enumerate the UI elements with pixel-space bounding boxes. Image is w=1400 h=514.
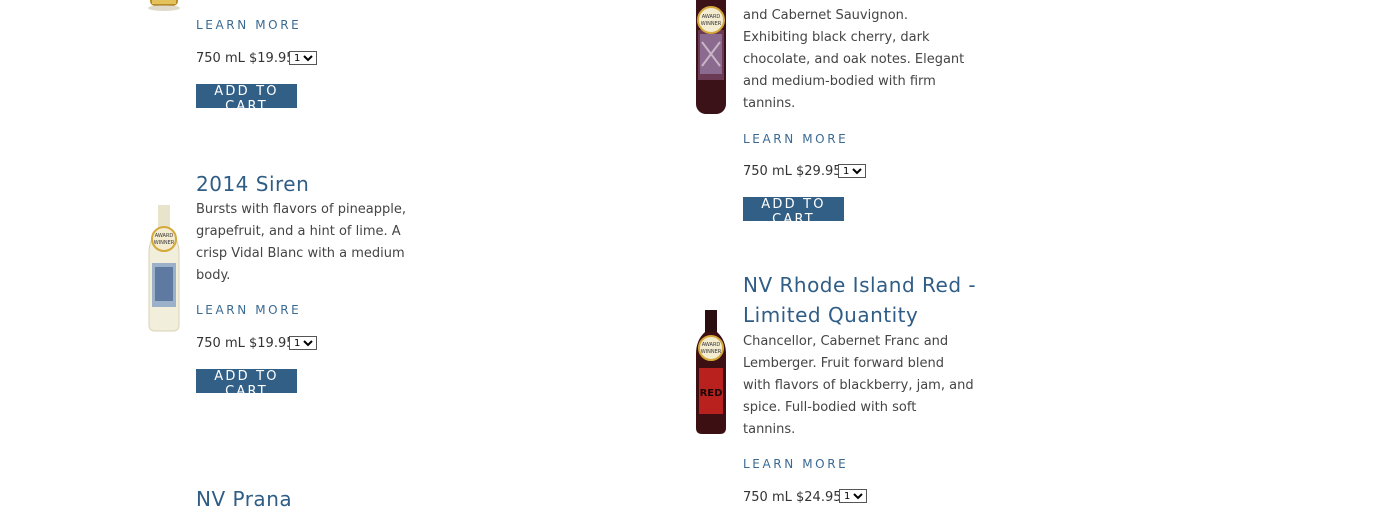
desc-line: Chancellor, Cabernet Franc and	[743, 334, 949, 349]
desc-line: body.	[196, 268, 231, 283]
bottle-size: 750 mL	[196, 336, 245, 351]
add-to-cart-button[interactable]: ADD TO CART	[196, 84, 297, 114]
title-line: Limited Quantity	[743, 303, 919, 327]
desc-line: grapefruit, and a hint of lime. A	[196, 224, 401, 239]
bottle-size: 750 mL	[743, 490, 792, 505]
price-value: $24.95	[796, 490, 842, 505]
desc-line: tannins.	[743, 96, 796, 111]
product-description: Chancellor, Cabernet Franc and Lemberger…	[743, 331, 974, 441]
badge-winner-text: WINNER	[701, 349, 722, 355]
badge-award-text: AWARD	[702, 14, 721, 20]
label-red-text: RED	[700, 388, 723, 399]
product-description: and Cabernet Sauvignon. Exhibiting black…	[743, 5, 964, 115]
price-label: 750 mL $24.95	[743, 490, 842, 505]
bottle-image-top-left[interactable]	[140, 0, 188, 14]
product-title[interactable]: NV Prana	[196, 484, 292, 514]
badge-award-text: AWARD	[702, 342, 721, 348]
quantity-select[interactable]: 1	[289, 51, 317, 65]
desc-line: crisp Vidal Blanc with a medium	[196, 246, 405, 261]
learn-more-link[interactable]: LEARN MORE	[196, 303, 301, 317]
desc-line: spice. Full-bodied with soft	[743, 400, 917, 415]
desc-line: and Cabernet Sauvignon.	[743, 8, 909, 23]
price-label: 750 mL $19.95	[196, 336, 295, 351]
quantity-select[interactable]: 1	[838, 164, 866, 178]
desc-line: Exhibiting black cherry, dark	[743, 30, 930, 45]
desc-line: chocolate, and oak notes. Elegant	[743, 52, 965, 67]
desc-line: tannins.	[743, 422, 796, 437]
bottle-image-rhode-island-red[interactable]: RED AWARD WINNER	[688, 310, 734, 436]
price-value: $19.95	[249, 336, 295, 351]
quantity-select[interactable]: 1	[839, 489, 867, 503]
desc-line: with flavors of blackberry, jam, and	[743, 378, 974, 393]
bottle-image-siren[interactable]: AWARD WINNER	[141, 205, 187, 333]
price-label: 750 mL $29.95	[743, 164, 842, 179]
product-title[interactable]: NV Rhode Island Red - Limited Quantity	[743, 270, 976, 330]
badge-award-text: AWARD	[155, 233, 174, 239]
desc-line: Lemberger. Fruit forward blend	[743, 356, 944, 371]
quantity-select[interactable]: 1	[289, 336, 317, 350]
desc-line: and medium-bodied with firm	[743, 74, 936, 89]
badge-winner-text: WINNER	[701, 21, 722, 27]
product-description: Bursts with flavors of pineapple, grapef…	[196, 199, 406, 287]
add-to-cart-button[interactable]: ADD TO CART	[196, 369, 297, 399]
desc-line: Bursts with flavors of pineapple,	[196, 202, 407, 217]
learn-more-link[interactable]: LEARN MORE	[196, 18, 301, 32]
price-label: 750 mL $19.95	[196, 51, 295, 66]
learn-more-link[interactable]: LEARN MORE	[743, 457, 848, 471]
bottle-image-top-right[interactable]: AWARD WINNER	[686, 0, 736, 116]
price-value: $29.95	[796, 164, 842, 179]
learn-more-link[interactable]: LEARN MORE	[743, 132, 848, 146]
bottle-size: 750 mL	[743, 164, 792, 179]
bottle-size: 750 mL	[196, 51, 245, 66]
add-to-cart-button[interactable]: ADD TO CART	[743, 197, 844, 227]
price-value: $19.95	[249, 51, 295, 66]
product-title[interactable]: 2014 Siren	[196, 169, 309, 199]
badge-winner-text: WINNER	[154, 240, 175, 246]
title-line: NV Rhode Island Red -	[743, 273, 977, 297]
